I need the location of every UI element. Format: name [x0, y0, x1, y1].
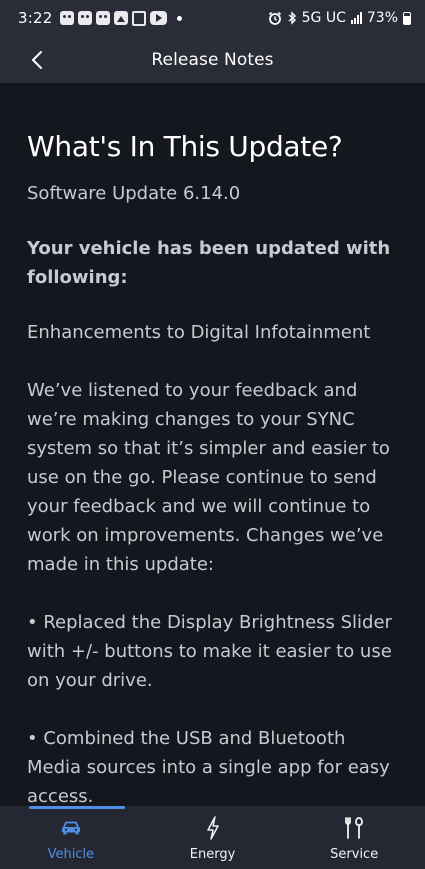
- update-intro: Your vehicle has been updated with follo…: [27, 238, 391, 288]
- app-notification-icon: [78, 11, 93, 25]
- status-time: 3:22: [18, 9, 53, 27]
- page-title: Release Notes: [151, 49, 274, 70]
- bullet-item: • Replaced the Display Brightness Slider…: [27, 612, 392, 691]
- tab-label: Energy: [189, 847, 236, 862]
- network-label: 5G UC: [301, 10, 346, 26]
- signal-icon: [350, 12, 362, 24]
- section-title: Enhancements to Digital Infotainment: [27, 322, 371, 343]
- header-bar: Release Notes: [0, 36, 425, 83]
- software-version: Software Update 6.14.0: [27, 183, 241, 204]
- battery-icon: [403, 11, 411, 25]
- alarm-icon: [268, 11, 281, 25]
- release-notes-content[interactable]: What's In This Update? Software Update 6…: [0, 83, 425, 806]
- tab-energy[interactable]: Energy: [142, 806, 284, 869]
- battery-percent: 73%: [366, 10, 398, 26]
- back-chevron-icon[interactable]: [26, 48, 50, 72]
- status-left: 3:22: [18, 9, 183, 27]
- app-notification-icon: [96, 11, 111, 25]
- app-notification-icon: [60, 11, 75, 25]
- bottom-tab-bar: Vehicle Energy Service: [0, 806, 425, 869]
- youtube-notification-icon: [150, 11, 168, 25]
- copy-notification-icon: [132, 10, 147, 26]
- bluetooth-icon: [288, 11, 296, 25]
- car-icon: [60, 816, 82, 840]
- tools-icon: [344, 816, 364, 840]
- more-notifications-dot-icon: [177, 15, 183, 21]
- tab-label: Vehicle: [47, 847, 95, 862]
- gallery-notification-icon: [114, 11, 129, 25]
- tab-service[interactable]: Service: [283, 806, 425, 869]
- bullet-item: • Combined the USB and Bluetooth Media s…: [27, 728, 390, 806]
- status-right: 5G UC 73%: [268, 10, 411, 26]
- tab-vehicle[interactable]: Vehicle: [0, 806, 142, 869]
- status-bar: 3:22 5G UC 73%: [0, 0, 425, 36]
- body-paragraph: We’ve listened to your feedback and we’r…: [27, 380, 390, 575]
- lightning-icon: [206, 816, 220, 840]
- tab-label: Service: [330, 847, 379, 862]
- update-heading: What's In This Update?: [27, 130, 343, 163]
